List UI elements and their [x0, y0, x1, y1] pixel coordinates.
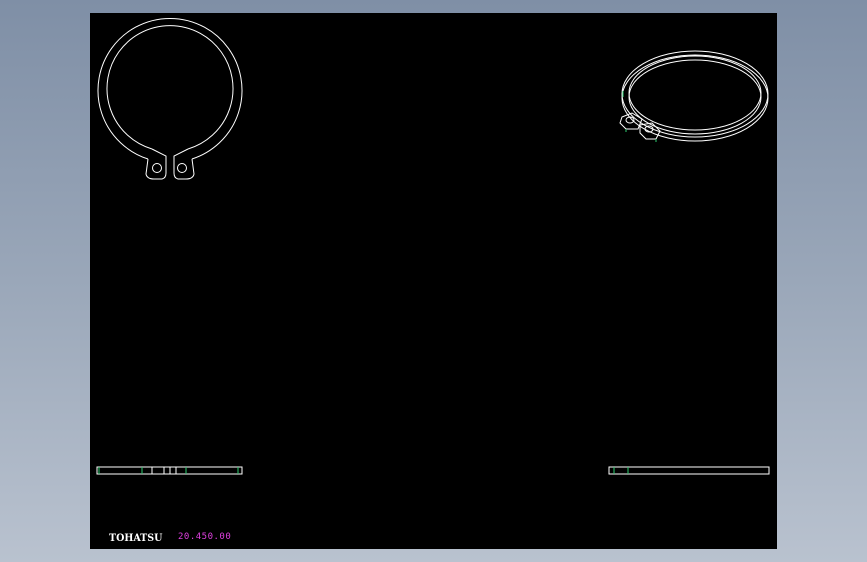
side-view-left [96, 466, 243, 475]
iso-inner-top [628, 55, 762, 131]
front-view [97, 17, 243, 180]
outer-contour [97, 17, 243, 160]
drawing-canvas [96, 17, 770, 475]
left-lug-hole [152, 163, 162, 173]
right-lug-hole [177, 163, 187, 173]
isometric-view [619, 50, 769, 142]
part-number-label: 20.450.00 [178, 532, 232, 542]
brand-logo-text: TOHATSU [109, 533, 163, 544]
iso-lug-hidden [625, 129, 657, 142]
side-view-right [608, 466, 770, 475]
iso-outer-bottom [621, 54, 769, 142]
cad-viewport[interactable]: TOHATSU 20.450.00 [90, 13, 777, 549]
inner-contour [106, 25, 234, 150]
iso-inner-bottom [628, 59, 762, 135]
